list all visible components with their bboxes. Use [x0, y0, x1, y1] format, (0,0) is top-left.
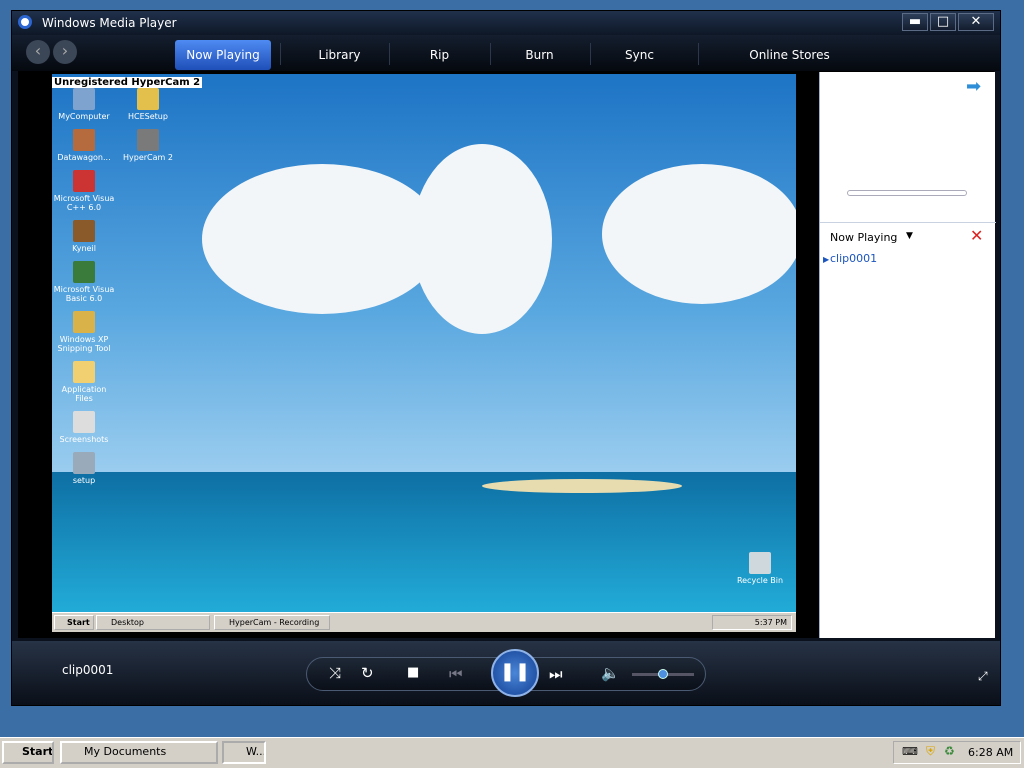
chevron-down-icon[interactable]: ▼ — [906, 231, 913, 241]
tab-now-playing[interactable]: Now Playing — [175, 40, 271, 70]
repeat-icon[interactable]: ↻ — [361, 664, 374, 682]
cloud — [602, 164, 796, 304]
keyboard-icon[interactable]: ⌨ — [902, 745, 918, 758]
divider — [820, 222, 996, 223]
desktop-icon[interactable]: Microsoft Visua Basic 6.0 — [52, 261, 116, 303]
playlist-item[interactable]: clip0001 — [830, 252, 877, 265]
recorded-taskbar: Start Desktop HyperCam - Recording 5:37 … — [52, 612, 796, 632]
arrow-right-icon[interactable]: ➡ — [966, 76, 981, 97]
controls-pod: ⤨ ↻ ■ ⏮ ❚❚ ⏭ 🔈 — [306, 649, 706, 697]
taskbar-wmp[interactable]: W... — [222, 741, 266, 764]
desktop-icon[interactable]: Windows XP Snipping Tool — [52, 311, 116, 353]
title-bar: Windows Media Player ▬ □ ✕ — [12, 11, 1000, 35]
pause-button[interactable]: ❚❚ — [491, 649, 539, 697]
desktop-icon[interactable]: HCESetup — [116, 88, 180, 121]
nav-bar: ‹ › Now Playing Library Rip Burn Sync On… — [12, 35, 1000, 71]
cloud — [412, 144, 552, 334]
taskbar: Start My Documents W... ⌨ ⛨ ♻ 6:28 AM — [0, 737, 1024, 768]
shuffle-icon[interactable]: ⤨ — [329, 664, 341, 682]
computer-icon — [73, 88, 95, 110]
playlist-panel: ➡ Now Playing ▼ ✕ ▶ clip0001 — [819, 72, 996, 638]
divider — [590, 43, 591, 65]
app-icon — [73, 220, 95, 242]
volume-knob[interactable] — [658, 669, 668, 679]
app-icon — [73, 261, 95, 283]
recycle-bin[interactable]: Recycle Bin — [728, 552, 792, 585]
wmp-window: Windows Media Player ▬ □ ✕ ‹ › Now Playi… — [11, 10, 1001, 706]
app-icon — [73, 129, 95, 151]
app-icon — [137, 129, 159, 151]
minimize-button[interactable]: ▬ — [902, 13, 928, 31]
window-title: Windows Media Player — [42, 16, 177, 30]
desktop-icon[interactable]: Application Files — [52, 361, 116, 403]
tab-rip[interactable]: Rip — [397, 40, 482, 70]
tab-library[interactable]: Library — [297, 40, 382, 70]
recorded-task-hypercam[interactable]: HyperCam - Recording — [214, 615, 330, 630]
recorded-task-desktop[interactable]: Desktop — [96, 615, 210, 630]
close-button[interactable]: ✕ — [958, 13, 994, 31]
tab-sync[interactable]: Sync — [597, 40, 682, 70]
playing-indicator-icon: ▶ — [823, 255, 830, 264]
maximize-button[interactable]: □ — [930, 13, 956, 31]
recorded-clock: 5:37 PM — [712, 615, 792, 630]
setup-icon — [137, 88, 159, 110]
playlist-title[interactable]: Now Playing — [830, 231, 897, 244]
next-icon[interactable]: ⏭ — [549, 665, 563, 683]
divider — [280, 43, 281, 65]
divider — [698, 43, 699, 65]
desktop-icon[interactable]: Datawagon... — [52, 129, 116, 162]
app-icon — [73, 311, 95, 333]
track-name: clip0001 — [62, 663, 114, 677]
volume-icon[interactable]: 🔈 — [601, 664, 620, 682]
app-icon — [73, 170, 95, 192]
desktop-icon[interactable]: MyComputer — [52, 88, 116, 121]
back-icon[interactable]: ‹ — [26, 40, 50, 64]
hypercam-watermark: Unregistered HyperCam 2 — [52, 77, 203, 88]
desktop-icon[interactable]: Microsoft Visua C++ 6.0 — [52, 170, 116, 212]
recorded-start-button[interactable]: Start — [54, 615, 94, 630]
start-button[interactable]: Start — [2, 741, 54, 764]
clear-list-icon[interactable]: ✕ — [970, 226, 983, 245]
stop-icon[interactable]: ■ — [407, 665, 419, 680]
network-icon[interactable]: ♻ — [944, 744, 955, 758]
setup-icon — [73, 452, 95, 474]
desktop-icon[interactable]: HyperCam 2 — [116, 129, 180, 162]
tab-online-stores[interactable]: Online Stores — [732, 40, 847, 70]
divider — [490, 43, 491, 65]
tab-burn[interactable]: Burn — [497, 40, 582, 70]
desktop-icon[interactable]: Screenshots — [52, 411, 116, 444]
fullscreen-icon[interactable]: ⤢ — [978, 669, 988, 684]
folder-icon — [73, 361, 95, 383]
previous-icon[interactable]: ⏮ — [449, 665, 463, 683]
controls-bar: clip0001 ⤨ ↻ ■ ⏮ ❚❚ ⏭ 🔈 ⤢ — [12, 641, 1000, 705]
island — [482, 479, 682, 493]
desktop-icons: MyComputer HCESetup Datawagon... HyperCa… — [52, 88, 192, 608]
taskbar-my-documents[interactable]: My Documents — [60, 741, 218, 764]
forward-icon[interactable]: › — [53, 40, 77, 64]
system-tray: ⌨ ⛨ ♻ 6:28 AM — [893, 741, 1021, 764]
file-icon — [73, 411, 95, 433]
security-shield-icon[interactable]: ⛨ — [926, 744, 935, 759]
clock: 6:28 AM — [968, 746, 1014, 759]
wmp-logo-icon — [18, 15, 32, 29]
desktop-icon[interactable]: Kyneil — [52, 220, 116, 253]
recycle-bin-icon — [749, 552, 771, 574]
cloud — [202, 164, 442, 314]
divider — [389, 43, 390, 65]
desktop-icon[interactable]: setup — [52, 452, 116, 485]
progress-bar — [847, 190, 967, 196]
video-frame[interactable]: Unregistered HyperCam 2 MyComputer HCESe… — [52, 74, 796, 632]
